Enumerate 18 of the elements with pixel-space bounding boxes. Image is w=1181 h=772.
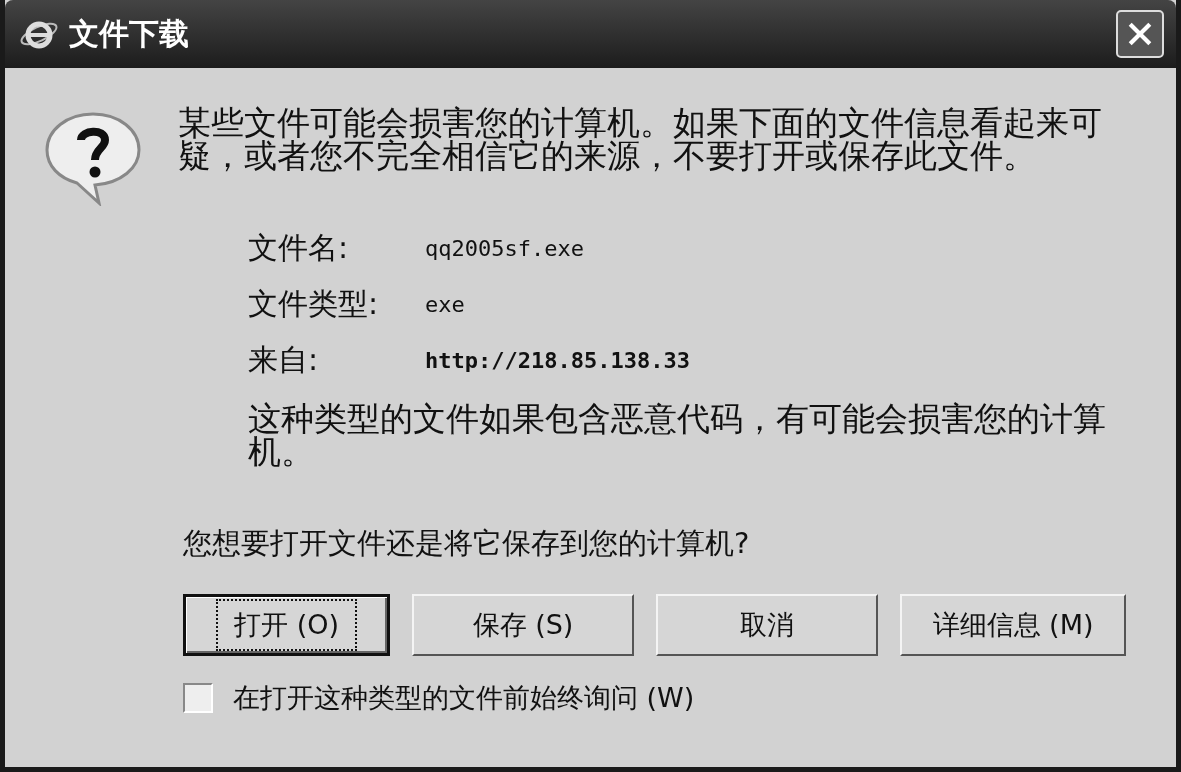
field-value: http://218.85.138.33 [425,347,690,373]
dialog-button[interactable]: 保存 (S) [412,594,634,656]
close-button[interactable] [1116,10,1164,58]
checkbox[interactable] [183,683,213,713]
checkbox-label: 在打开这种类型的文件前始终询问 (W) [233,681,695,715]
close-icon [1126,20,1154,48]
dialog-button[interactable]: 取消 [656,594,878,656]
field-label: 来自: [248,340,320,379]
field-label: 文件类型: [248,284,380,323]
warning-message: 某些文件可能会损害您的计算机。如果下面的文件信息看起来可疑，或者您不完全相信它的来源，不要打开或保存此文件。 [178,106,1103,172]
dialog-button[interactable]: 详细信息 (M) [900,594,1126,656]
dialog-button[interactable]: 打开 (O) [183,594,390,656]
window-title: 文件下载 [69,14,190,53]
question-text: 您想要打开文件还是将它保存到您的计算机? [183,525,751,562]
field-value: exe [425,291,465,317]
field-label: 文件名: [248,228,350,267]
field-value: qq2005sf.exe [425,235,584,261]
risk-note: 这种类型的文件如果包含恶意代码，有可能会损害您的计算机。 [248,402,1107,468]
